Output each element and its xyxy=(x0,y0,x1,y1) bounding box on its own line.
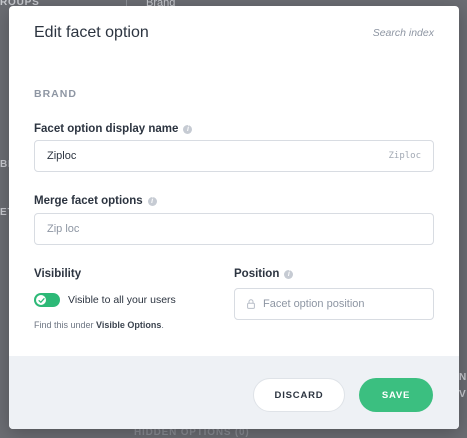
visibility-label: Visibility xyxy=(34,268,81,280)
save-button[interactable]: SAVE xyxy=(359,378,433,412)
position-label-text: Position xyxy=(234,268,280,280)
visibility-toggle[interactable] xyxy=(34,293,60,307)
helper-prefix: Find this under xyxy=(34,320,97,330)
visible-options-link[interactable]: Visible Options xyxy=(96,320,161,330)
brand-section-label: BRAND xyxy=(34,88,77,100)
merge-facet-options-label: Merge facet options i xyxy=(34,195,157,207)
info-icon[interactable]: i xyxy=(284,269,294,279)
toggle-knob xyxy=(36,295,46,305)
info-icon[interactable]: i xyxy=(147,196,157,206)
merge-facet-options-input[interactable]: Zip loc xyxy=(34,213,434,245)
visibility-toggle-row: Visible to all your users xyxy=(34,293,176,307)
position-label: Position i xyxy=(234,268,294,280)
discard-button[interactable]: DISCARD xyxy=(253,378,345,412)
background-right-fragment: n xyxy=(459,372,467,383)
edit-facet-option-modal: Edit facet option Search index BRAND Fac… xyxy=(9,6,459,429)
visibility-label-text: Visibility xyxy=(34,268,82,280)
merge-facet-options-value: Zip loc xyxy=(47,223,80,235)
search-index-link[interactable]: Search index xyxy=(373,27,434,39)
modal-header: Edit facet option Search index xyxy=(9,6,459,62)
helper-suffix: . xyxy=(161,320,164,330)
position-placeholder: Facet option position xyxy=(263,298,365,310)
display-name-label: Facet option display name i xyxy=(34,123,193,135)
display-name-hint: Ziploc xyxy=(388,151,421,161)
info-icon[interactable]: i xyxy=(183,124,193,134)
check-icon xyxy=(37,297,45,303)
lock-icon xyxy=(247,299,255,309)
visibility-helper-text: Find this under Visible Options. xyxy=(34,320,164,330)
display-name-label-text: Facet option display name xyxy=(34,123,179,135)
background-right-fragment: v xyxy=(459,389,467,400)
display-name-input[interactable]: Ziploc Ziploc xyxy=(34,140,434,172)
position-input[interactable]: Facet option position xyxy=(234,288,434,320)
merge-facet-options-label-text: Merge facet options xyxy=(34,195,143,207)
modal-title: Edit facet option xyxy=(34,24,149,41)
modal-footer: DISCARD SAVE xyxy=(9,356,459,429)
display-name-value: Ziploc xyxy=(47,150,77,162)
visibility-toggle-text: Visible to all your users xyxy=(68,294,176,306)
